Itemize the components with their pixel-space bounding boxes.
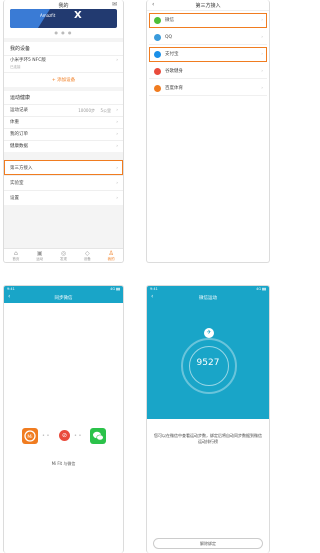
settings-row[interactable]: 体重 › [4,116,123,128]
tab-label: 设备 [83,257,91,261]
app-icon [154,85,161,92]
app-label: QQ [165,35,173,40]
row-label: 体重 [10,120,19,125]
page-title: 第三方接入 [195,3,221,9]
third-party-access-row[interactable]: 第三方接入 › [4,160,123,175]
link-icon: ⊘ [59,430,70,441]
nav-bar: ‹ 同步微信 [4,293,123,303]
row-label: 实验室 [10,181,24,186]
more-section: 第三方接入 › 实验室 › 设置 › [4,160,123,205]
profile-screen: 我的 ✉ Amazfit X ● ● ● 我的设备 小米手环5 NFC版 › 已… [3,0,124,263]
row-label: 第三方接入 [10,166,33,171]
status-signal: 4G ▮▮ [256,287,266,291]
app-row[interactable]: 支付宝 › [149,47,267,62]
chevron-right-icon: › [261,86,263,91]
app-label: 微信 [165,18,174,23]
tab-label: 首页 [12,257,20,261]
info-text: 您可以在微信中查看运动步数，绑定后将自动同步数据到微信运动排行榜 [154,433,262,444]
tab-item[interactable]: ◎ 发现 [52,249,76,262]
nav-bar: ‹ 微信运动 [147,293,269,303]
health-section: 运动健康 运动记录 10000步 5公里 › 体重 › 我的订单 › 健康数据 › [4,91,123,152]
app-row[interactable]: 百度体育 › [149,81,267,96]
banner-logo: X [74,10,82,21]
tab-label: 运动 [36,257,44,261]
promo-banner[interactable]: Amazfit X [10,9,117,28]
wechat-sport-screen: 9:41 4G ▮▮ ‹ 微信运动 ✈ 9527 您可以在微信中查看运动步数，绑… [146,285,270,553]
app-row[interactable]: 微信 › [149,13,267,28]
row-label: 设置 [10,196,19,201]
status-bar: 9:41 4G ▮▮ [4,286,123,293]
chevron-right-icon: › [116,166,118,171]
app-icon [154,51,161,58]
tab-label: 发现 [59,257,67,261]
chevron-right-icon: › [116,58,118,63]
nav-bar: ‹ 第三方接入 [147,0,269,11]
banner-text: Amazfit [40,13,56,18]
chevron-right-icon: › [116,196,118,201]
app-label: 百度体育 [165,86,183,91]
chevron-right-icon: › [116,144,118,149]
row-label: 运动记录 [10,108,28,113]
link-dots: • • [74,433,82,439]
link-dots: • • [42,433,50,439]
link-caption: Mi Fit 与微信 [51,461,76,466]
chevron-right-icon: › [261,35,263,40]
message-icon[interactable]: ✉ [112,1,117,8]
status-time: 9:41 [150,287,158,291]
tab-item[interactable]: ⌂ 首页 [4,249,28,262]
device-name: 小米手环5 NFC版 [10,58,46,63]
tab-label: 我的 [107,257,115,261]
add-device-button[interactable]: + 添加设备 [4,72,123,87]
app-label: 支付宝 [165,52,179,57]
chevron-right-icon: › [261,52,263,57]
mifit-app-icon: Mi [22,428,38,444]
page-title: 微信运动 [199,296,217,301]
app-row[interactable]: QQ › [149,30,267,45]
profile-header: 我的 ✉ Amazfit X ● ● ● [4,0,123,38]
wechat-app-icon [90,428,106,444]
banner-art [10,9,50,28]
tab-item[interactable]: ▣ 运动 [28,249,52,262]
bottom-tab-bar: ⌂ 首页 ▣ 运动 ◎ 发现 ◇ 设备 ♙ 我的 [4,248,123,262]
tab-icon: ◇ [84,250,90,257]
chevron-right-icon: › [261,69,263,74]
app-row[interactable]: 谷歌健身 › [149,64,267,79]
section-title: 我的设备 [10,46,31,52]
step-count: 9527 [196,358,220,368]
status-time: 9:41 [7,287,15,291]
svg-text:Mi: Mi [27,434,32,440]
settings-row[interactable]: 运动记录 10000步 5公里 › [4,104,123,116]
app-icon [154,34,161,41]
row-label: 我的订单 [10,132,28,137]
page-title: 同步微信 [54,296,73,301]
page-title: 我的 [58,3,69,9]
section-title: 运动健康 [10,95,31,101]
carousel-dots: ● ● ● [54,30,73,35]
tab-item[interactable]: ◇ 设备 [75,249,99,262]
settings-row[interactable]: 健康数据 › [4,140,123,152]
app-label: 谷歌健身 [165,69,183,74]
settings-row[interactable]: 实验室 › [4,175,123,190]
status-signal: 4G ▮▮ [110,287,120,291]
app-icon [154,68,161,75]
row-label: 健康数据 [10,144,28,149]
settings-row[interactable]: 我的订单 › [4,128,123,140]
tab-icon: ▣ [36,250,43,257]
tab-item[interactable]: ♙ 我的 [99,249,123,262]
chevron-right-icon: › [116,181,118,186]
chevron-right-icon: › [261,18,263,23]
settings-row[interactable]: 设置 › [4,190,123,205]
tab-icon: ◎ [60,250,67,257]
app-icon [154,17,161,24]
unbind-button[interactable]: 解除绑定 [153,538,263,549]
device-section: 我的设备 小米手环5 NFC版 › 已连接 + 添加设备 [4,42,123,87]
tab-icon: ⌂ [13,250,18,257]
third-party-screen: ‹ 第三方接入 微信 › QQ › 支付宝 › 谷歌健身 › 百度体育 › [146,0,270,263]
wechat-sport-logo-icon: ✈ [204,328,214,338]
device-row[interactable]: 小米手环5 NFC版 › [4,55,123,65]
status-bar: 9:41 4G ▮▮ [147,286,269,293]
tab-icon: ♙ [108,250,114,257]
sync-wechat-screen: 9:41 4G ▮▮ ‹ 同步微信 Mi • • ⊘ • • Mi Fit 与微… [3,285,124,553]
